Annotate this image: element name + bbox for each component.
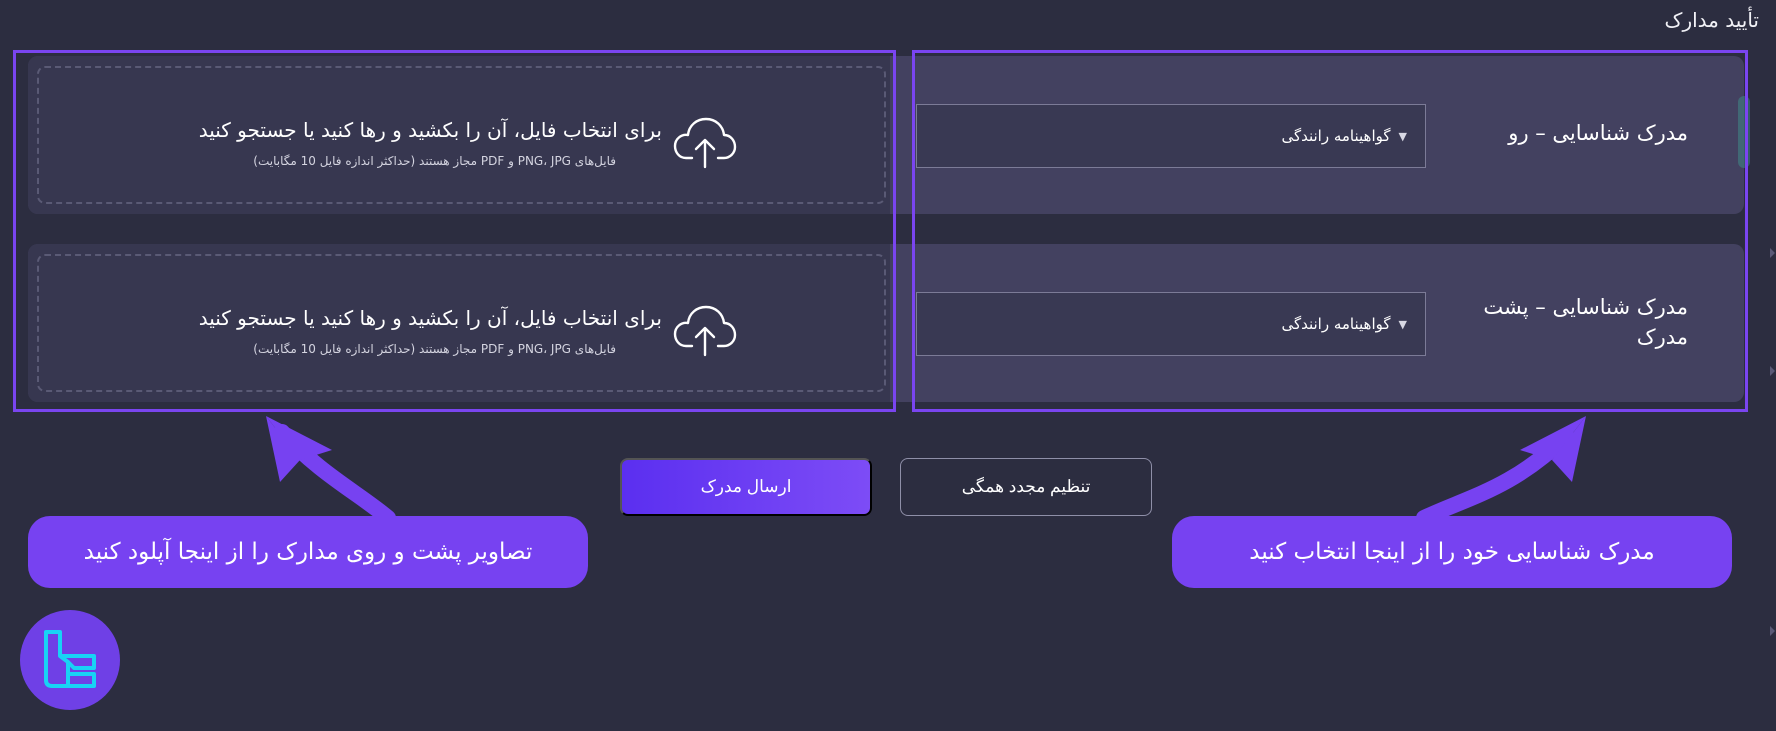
document-type-select[interactable]: ▼ گواهینامه رانندگی — [916, 292, 1426, 356]
edge-indicator — [1738, 96, 1750, 168]
dropzone-hint: فایل‌های PNG، JPG و PDF مجاز هستند (حداک… — [253, 342, 616, 356]
dropzone-title: برای انتخاب فایل، آن را بکشید و رها کنید… — [198, 306, 662, 330]
scroll-tick — [1770, 248, 1776, 258]
document-row-front: برای انتخاب فایل، آن را بکشید و رها کنید… — [28, 56, 1750, 214]
dropzone-hint: فایل‌های PNG، JPG و PDF مجاز هستند (حداک… — [253, 154, 616, 168]
upload-panel: برای انتخاب فایل، آن را بکشید و رها کنید… — [28, 244, 890, 402]
scroll-tick — [1770, 626, 1776, 636]
file-dropzone[interactable]: برای انتخاب فایل، آن را بکشید و رها کنید… — [37, 254, 886, 392]
cloud-upload-icon — [673, 305, 737, 357]
select-value: گواهینامه رانندگی — [1281, 315, 1391, 333]
page-title: تأیید مدارک — [1664, 8, 1759, 32]
curved-arrow-icon — [266, 416, 396, 522]
select-instruction-callout: مدرک شناسایی خود را از اینجا انتخاب کنید — [1172, 516, 1732, 588]
dropzone-title: برای انتخاب فایل، آن را بکشید و رها کنید… — [198, 118, 662, 142]
brand-mark — [44, 630, 96, 688]
upload-panel: برای انتخاب فایل، آن را بکشید و رها کنید… — [28, 56, 890, 214]
brand-logo-icon — [20, 610, 120, 710]
scroll-tick — [1770, 366, 1776, 376]
caret-down-icon: ▼ — [1398, 317, 1407, 331]
cloud-upload-icon — [673, 117, 737, 169]
select-value: گواهینامه رانندگی — [1281, 127, 1391, 145]
row-label: مدرک شناسایی – رو — [1508, 121, 1688, 145]
caret-down-icon: ▼ — [1398, 129, 1407, 143]
upload-instruction-callout: تصاویر پشت و روی مدارک را از اینجا آپلود… — [28, 516, 588, 588]
file-dropzone[interactable]: برای انتخاب فایل، آن را بکشید و رها کنید… — [37, 66, 886, 204]
document-type-select[interactable]: ▼ گواهینامه رانندگی — [916, 104, 1426, 168]
row-label: مدرک شناسایی – پشت مدرک — [1483, 295, 1688, 349]
reset-all-button[interactable]: تنظیم مجدد همگی — [900, 458, 1152, 516]
submit-document-button[interactable]: ارسال مدرک — [620, 458, 872, 516]
curved-arrow-icon — [1416, 416, 1586, 522]
document-row-back: برای انتخاب فایل، آن را بکشید و رها کنید… — [28, 244, 1744, 402]
